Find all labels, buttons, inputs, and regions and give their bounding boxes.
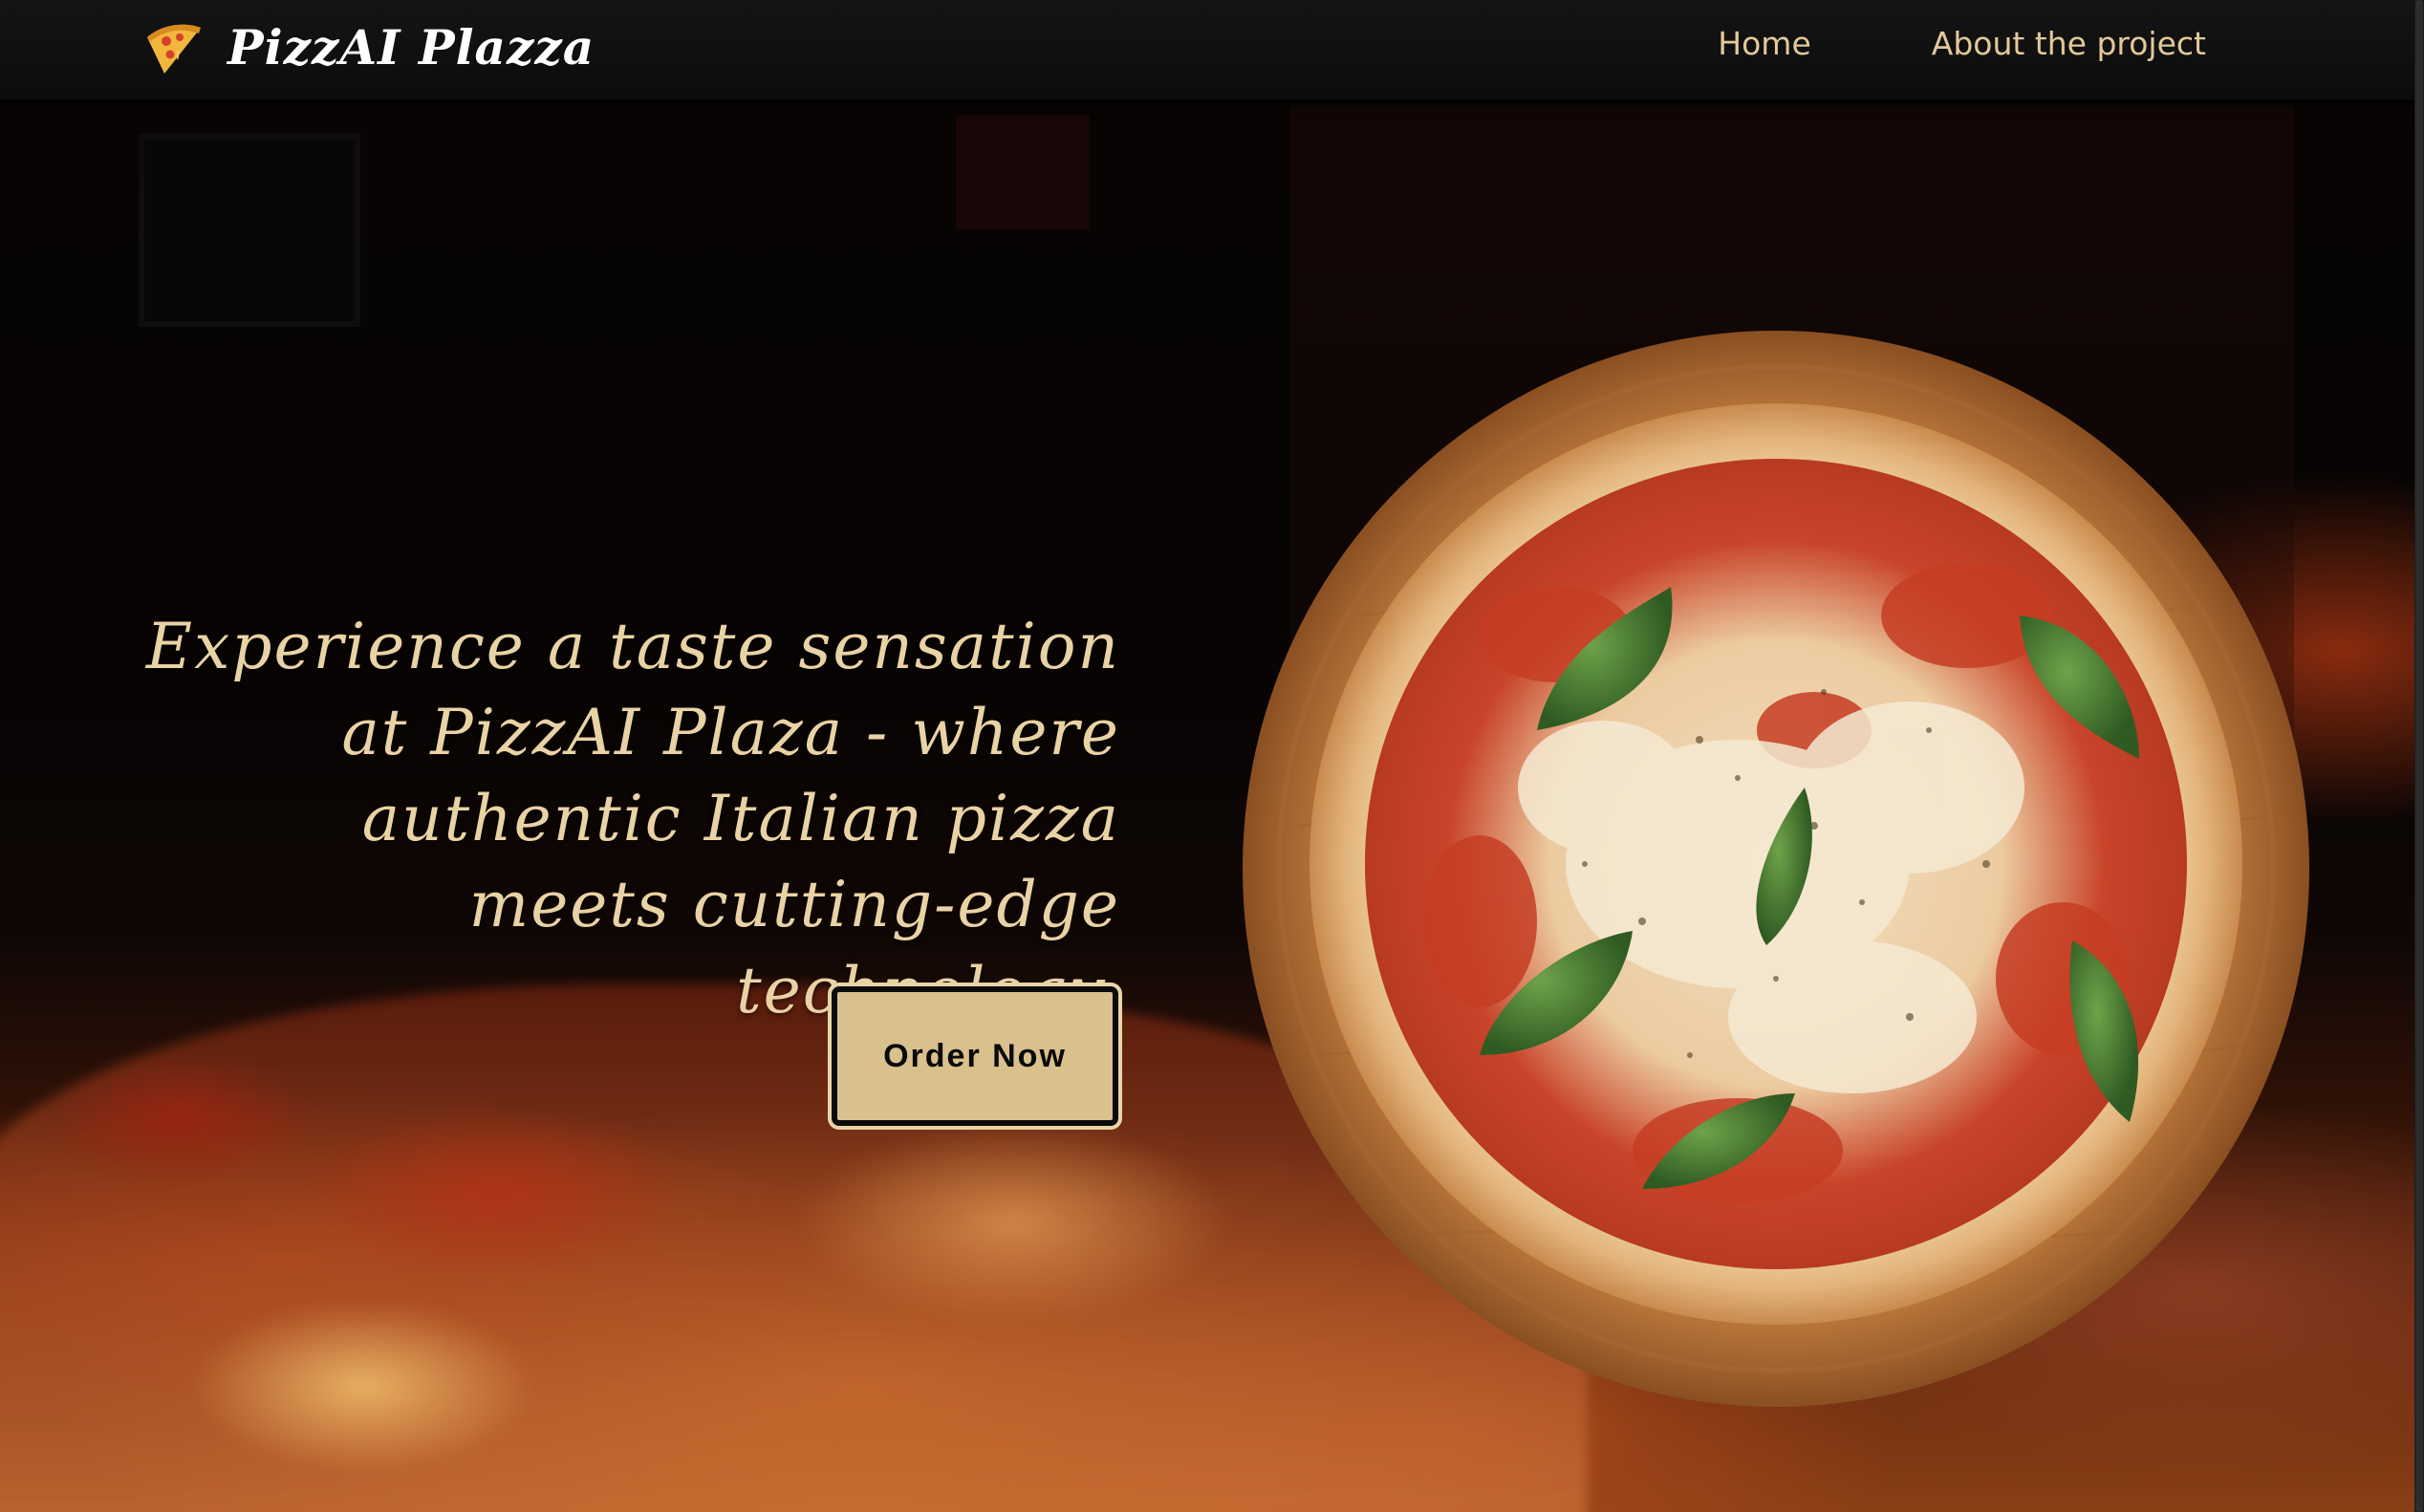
nav-links: Home About the project <box>1718 25 2206 62</box>
order-now-button[interactable]: Order Now <box>828 983 1122 1130</box>
tagline-line: authentic Italian pizza <box>361 782 1120 855</box>
brand-name: PizzAI Plazza <box>227 18 595 76</box>
hero-pizza-image <box>1243 331 2309 1407</box>
hero-tagline: Experience a taste sensation at PizzAI P… <box>115 604 1120 1034</box>
nav-link-home[interactable]: Home <box>1718 25 1810 62</box>
scrollbar-thumb[interactable] <box>2415 0 2423 1512</box>
brand-logo-link[interactable]: PizzAI Plazza <box>143 13 595 80</box>
tagline-line: Experience a taste sensation <box>145 610 1120 683</box>
pizza-slice-icon <box>147 24 201 74</box>
landing-page: PizzAI Plazza Home About the project Exp… <box>0 0 2424 1512</box>
vertical-scrollbar[interactable] <box>2414 0 2424 1512</box>
top-navbar: PizzAI Plazza Home About the project <box>0 0 2424 99</box>
tagline-line: at PizzAI Plaza - where <box>341 696 1120 769</box>
nav-link-about[interactable]: About the project <box>1932 25 2206 62</box>
